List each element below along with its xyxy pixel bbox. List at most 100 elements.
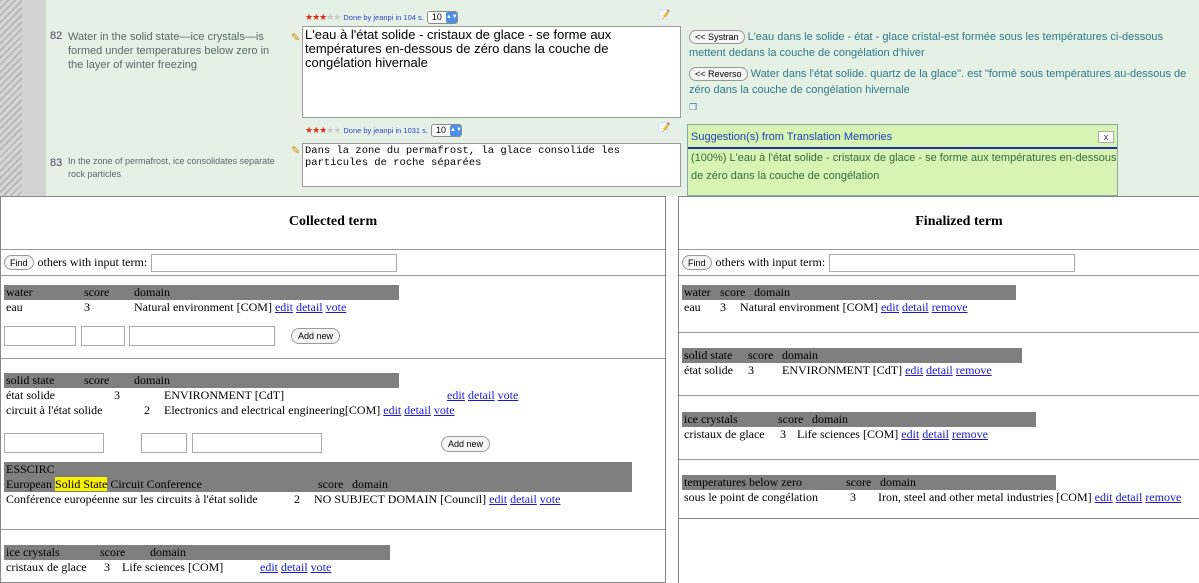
edit-note-icon[interactable]: 📝 [658, 10, 670, 21]
divider [1, 358, 665, 359]
new-domain-input[interactable] [192, 433, 322, 453]
rating-stars-icon[interactable]: ★★★★★ [305, 12, 341, 23]
rating-stars-icon[interactable]: ★★★★★ [305, 125, 341, 136]
term-score: 3 [84, 300, 90, 314]
term-translation: eau [684, 300, 701, 314]
new-term-input[interactable] [4, 326, 76, 346]
term-name: water [684, 285, 711, 299]
edit-link[interactable]: edit [383, 403, 401, 417]
systran-button[interactable]: << Systran [689, 30, 745, 45]
domain-header: domain [812, 412, 848, 426]
vote-link[interactable]: vote [498, 388, 519, 402]
detail-link[interactable]: detail [926, 363, 953, 377]
edit-link[interactable]: edit [905, 363, 923, 377]
full-name-pre: European [6, 477, 55, 491]
reverso-button[interactable]: << Reverso [689, 67, 748, 82]
score-select[interactable]: 10 ▲▼ [431, 123, 463, 137]
term-domain: ENVIRONMENT [CdT] [164, 388, 285, 402]
remove-link[interactable]: remove [952, 427, 988, 441]
target-textarea[interactable]: L'eau à l'état solide - cristaux de glac… [302, 26, 681, 118]
edit-link[interactable]: edit [260, 560, 278, 574]
detail-link[interactable]: detail [1116, 490, 1143, 504]
edit-note-icon[interactable]: 📝 [658, 123, 670, 134]
term-score: 2 [144, 403, 150, 417]
segment-number: 83 [50, 157, 63, 169]
term-full-name: European Solid State Circuit Conference [6, 477, 202, 492]
edit-link[interactable]: edit [447, 388, 465, 402]
edit-link[interactable]: edit [275, 300, 293, 314]
term-domain: NO SUBJECT DOMAIN [Council] [314, 492, 487, 506]
term-row: sous le point de congélation 3 Iron, steel… [682, 490, 1199, 505]
find-button[interactable]: Find [682, 255, 712, 270]
finalized-term-panel: Finalized term Find others with input te… [678, 196, 1199, 519]
edit-link[interactable]: edit [489, 492, 507, 506]
detail-link[interactable]: detail [922, 427, 949, 441]
pencil-icon[interactable]: ✎ [291, 146, 301, 157]
term-score: 3 [114, 388, 120, 402]
score-header: score [748, 348, 774, 362]
edit-link[interactable]: edit [881, 300, 899, 314]
pencil-icon[interactable]: ✎ [291, 33, 301, 44]
find-input[interactable] [151, 253, 398, 272]
done-by-text: Done by jeanpi in 104 s. [343, 12, 424, 22]
term-score: 3 [850, 490, 856, 504]
divider [679, 459, 1199, 460]
detail-link[interactable]: detail [468, 388, 495, 402]
tm-suggestion-text[interactable]: (100%) L'eau à l'état solide - cristaux … [688, 149, 1117, 185]
term-header: solid state score domain [682, 348, 1022, 363]
copy-icon[interactable]: ❐ [689, 102, 697, 113]
term-row: état solide 3 ENVIRONMENT [CdT] edit detai… [682, 363, 1022, 378]
remove-link[interactable]: remove [956, 363, 992, 377]
vote-link[interactable]: vote [434, 403, 455, 417]
add-new-button[interactable]: Add new [441, 436, 491, 452]
tm-title-text: Suggestion(s) from Translation Memories [691, 131, 893, 143]
detail-link[interactable]: detail [902, 300, 929, 314]
vote-link[interactable]: vote [311, 560, 332, 574]
new-score-input[interactable] [81, 326, 125, 346]
edit-link[interactable]: edit [1095, 490, 1113, 504]
find-input[interactable] [829, 253, 1076, 272]
term-name: solid state [684, 348, 733, 362]
target-textarea[interactable]: Dans la zone du permafrost, la glace con… [302, 143, 681, 187]
term-block-esscirc: ESSCIRC European Solid State Circuit Con… [4, 462, 632, 507]
find-button[interactable]: Find [4, 255, 34, 270]
domain-header: domain [754, 285, 790, 299]
left-stripe [0, 0, 22, 196]
score-select[interactable]: 10 ▲▼ [426, 10, 458, 24]
new-term-input[interactable] [4, 433, 104, 453]
final-block-ice-crystals: ice crystals score domain cristaux de glac… [682, 412, 1036, 442]
term-domain-cell: NO SUBJECT DOMAIN [Council] edit detail … [314, 492, 560, 507]
term-name: water [6, 285, 33, 299]
term-translation: état solide [6, 388, 55, 402]
vote-link[interactable]: vote [540, 492, 561, 506]
term-score: 2 [294, 492, 300, 506]
final-block-water: water score domain eau 3 Natural environment… [682, 285, 1016, 315]
systran-text: L'eau dans le solide - état - glace cris… [689, 31, 1163, 59]
remove-link[interactable]: remove [1145, 490, 1181, 504]
new-domain-input[interactable] [129, 326, 275, 346]
term-translation: eau [6, 300, 23, 314]
add-new-button[interactable]: Add new [291, 328, 341, 344]
detail-link[interactable]: detail [296, 300, 323, 314]
close-button[interactable]: x [1098, 131, 1114, 143]
term-score: 3 [720, 300, 726, 314]
segment-number: 82 [50, 30, 63, 42]
segment-meta: ★★★★★ Done by jeanpi in 104 s. 10 ▲▼ [305, 10, 458, 24]
remove-link[interactable]: remove [932, 300, 968, 314]
new-score-input[interactable] [141, 433, 187, 453]
term-domain: ENVIRONMENT [CdT] [782, 363, 903, 377]
vote-link[interactable]: vote [326, 300, 347, 314]
panel-title: Finalized term [679, 197, 1199, 250]
score-header: score [846, 475, 872, 489]
score-header: score [720, 285, 746, 299]
term-domain-cell: Natural environment [COM] edit detail vo… [134, 300, 346, 315]
detail-link[interactable]: detail [510, 492, 537, 506]
done-by-text: Done by jeanpi in 1031 s. [343, 125, 429, 135]
domain-header: domain [352, 477, 388, 491]
edit-link[interactable]: edit [901, 427, 919, 441]
tm-suggestion-title: Suggestion(s) from Translation Memories x [688, 125, 1117, 149]
term-name: ice crystals [6, 545, 60, 559]
domain-header: domain [134, 285, 170, 299]
detail-link[interactable]: detail [404, 403, 431, 417]
detail-link[interactable]: detail [281, 560, 308, 574]
